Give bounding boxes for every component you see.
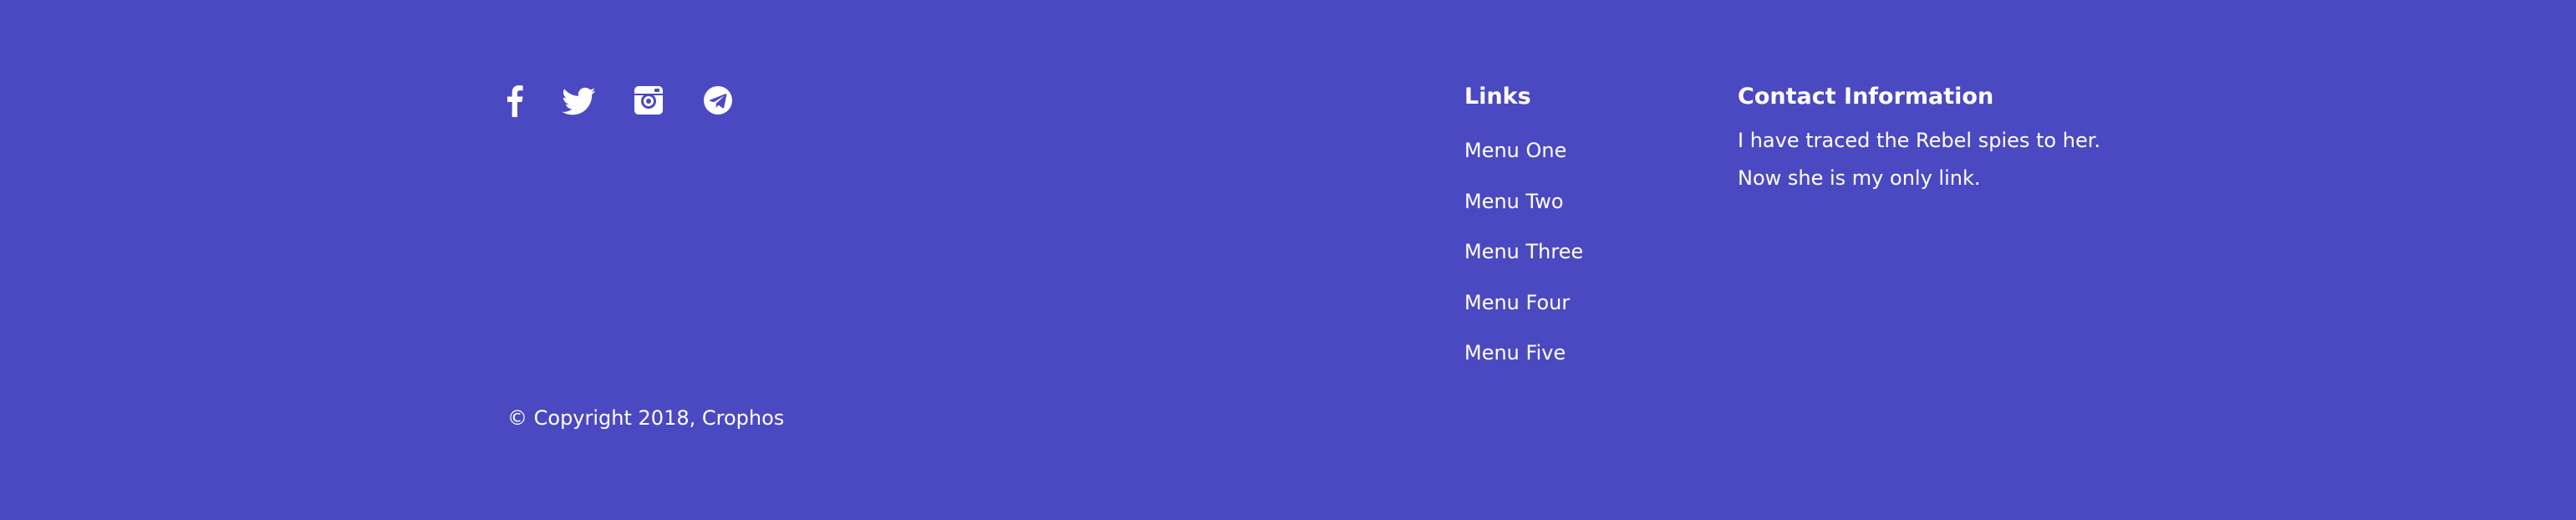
contact-section: Contact Information I have traced the Re… xyxy=(1738,80,2100,190)
menu-item: Menu One xyxy=(1464,135,1583,186)
telegram-link[interactable] xyxy=(704,84,732,117)
menu-link-one[interactable]: Menu One xyxy=(1464,139,1566,162)
facebook-icon xyxy=(507,85,523,117)
links-menu: Menu One Menu Two Menu Three Menu Four M… xyxy=(1464,135,1583,389)
menu-item: Menu Three xyxy=(1464,237,1583,288)
menu-item: Menu Two xyxy=(1464,186,1583,237)
menu-link-five[interactable]: Menu Five xyxy=(1464,341,1565,365)
contact-text: I have traced the Rebel spies to her. No… xyxy=(1738,122,2100,197)
menu-link-three[interactable]: Menu Three xyxy=(1464,240,1583,263)
links-section: Links Menu One Menu Two Menu Three Menu … xyxy=(1464,80,1583,365)
menu-link-four[interactable]: Menu Four xyxy=(1464,291,1570,314)
instagram-icon xyxy=(634,86,663,115)
copyright-text: © Copyright 2018, Crophos xyxy=(507,406,785,430)
telegram-icon xyxy=(704,86,732,115)
links-heading: Links xyxy=(1464,84,1531,110)
menu-item: Menu Four xyxy=(1464,288,1583,339)
instagram-link[interactable] xyxy=(634,84,663,117)
menu-link-two[interactable]: Menu Two xyxy=(1464,190,1564,213)
contact-line: Now she is my only link. xyxy=(1738,166,1981,190)
contact-heading: Contact Information xyxy=(1738,84,1994,110)
menu-item: Menu Five xyxy=(1464,338,1583,389)
site-footer: Links Menu One Menu Two Menu Three Menu … xyxy=(0,0,2576,520)
twitter-icon xyxy=(562,87,596,115)
facebook-link[interactable] xyxy=(507,84,523,117)
contact-line: I have traced the Rebel spies to her. xyxy=(1738,129,2101,152)
twitter-link[interactable] xyxy=(562,84,597,117)
